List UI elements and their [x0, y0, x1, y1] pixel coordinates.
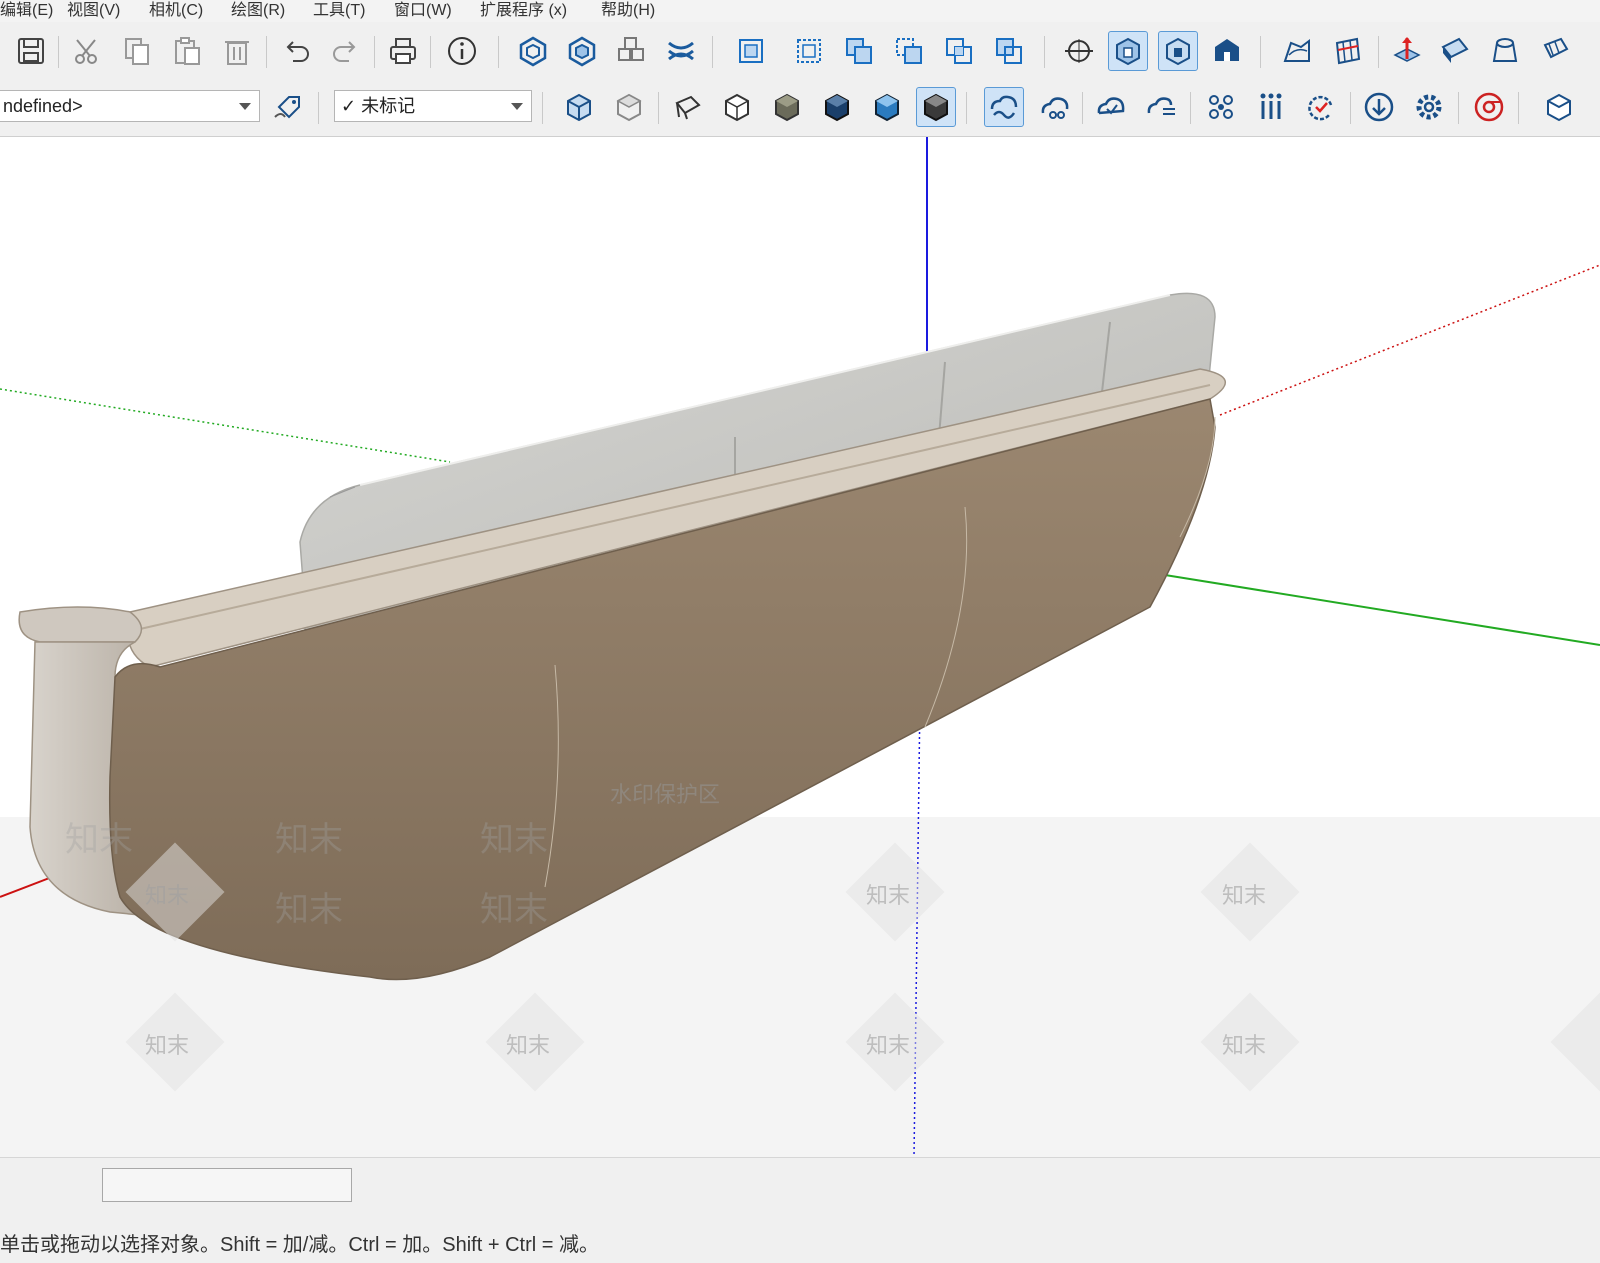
terrain-icon[interactable] — [1278, 32, 1316, 70]
menu-help[interactable]: 帮助(H) — [601, 0, 655, 20]
union-icon[interactable] — [840, 32, 878, 70]
menu-extensions[interactable]: 扩展程序 (x) — [480, 0, 567, 20]
red-axis-hidden — [1219, 264, 1600, 416]
shaded-view-icon[interactable] — [916, 87, 956, 127]
watermark-brand: 知末 — [866, 883, 911, 908]
ungroup-icon[interactable] — [790, 32, 828, 70]
group-icon[interactable] — [732, 32, 770, 70]
green-axis-hidden — [0, 388, 451, 463]
house-icon[interactable] — [1208, 32, 1246, 70]
back-edges-icon[interactable] — [1158, 31, 1198, 71]
menu-window[interactable]: 窗口(W) — [394, 0, 452, 20]
watermark-brand: 知末 — [275, 821, 343, 859]
chrome-icon[interactable] — [1470, 88, 1508, 126]
components-icon[interactable] — [612, 32, 650, 70]
menu-tools[interactable]: 工具(T) — [313, 0, 365, 20]
iso-view-icon[interactable] — [560, 88, 598, 126]
tag-dropdown[interactable]: ✓ 未标记 — [334, 90, 532, 122]
cube-frame-icon[interactable] — [1536, 32, 1574, 70]
left-view-icon[interactable] — [818, 88, 856, 126]
top-view-icon[interactable] — [610, 88, 648, 126]
components-out-icon[interactable] — [563, 32, 601, 70]
watermark-brand: 知末 — [1222, 883, 1267, 908]
bars-icon[interactable] — [1252, 88, 1290, 126]
grid-icon[interactable] — [1328, 32, 1366, 70]
watermark-brand: 知末 — [145, 883, 190, 908]
layer-dropdown[interactable]: ndefined> — [0, 90, 260, 122]
print-icon[interactable] — [384, 32, 422, 70]
copy-icon[interactable] — [118, 32, 156, 70]
cut-icon[interactable] — [68, 32, 106, 70]
undo-icon[interactable] — [278, 32, 316, 70]
menu-draw[interactable]: 绘图(R) — [231, 0, 285, 20]
redo-icon[interactable] — [326, 32, 364, 70]
watermark-brand: 知末 — [275, 891, 343, 929]
settings-icon[interactable] — [1410, 88, 1448, 126]
delete-icon[interactable] — [218, 32, 256, 70]
watermark-brand: 知末 — [506, 1033, 551, 1058]
cloud-sync-icon[interactable] — [984, 87, 1024, 127]
refresh-icon[interactable] — [1302, 88, 1340, 126]
status-bar: 单击或拖动以选择对象。Shift = 加/减。Ctrl = 加。Shift + … — [0, 1157, 1600, 1263]
push-pull-icon[interactable] — [1388, 32, 1426, 70]
menu-bar: 编辑(E) 视图(V) 相机(C) 绘图(R) 工具(T) 窗口(W) 扩展程序… — [0, 0, 1600, 23]
watermark-brand: 知末 — [1222, 1033, 1267, 1058]
model-info-icon[interactable] — [443, 32, 481, 70]
secondary-toolbar: ndefined> ✓ 未标记 — [0, 80, 1600, 137]
watermark-brand: 知末 — [65, 821, 133, 859]
main-toolbar — [0, 22, 1600, 81]
watermark-brand: 知末 — [145, 1033, 190, 1058]
download-icon[interactable] — [1360, 88, 1398, 126]
intersect-icon[interactable] — [940, 32, 978, 70]
back-view-icon[interactable] — [768, 88, 806, 126]
measurements-field[interactable] — [102, 1168, 352, 1202]
trim-icon[interactable] — [990, 32, 1028, 70]
scene-canvas — [0, 137, 1600, 1157]
paste-icon[interactable] — [168, 32, 206, 70]
watermark-banner: 水印保护区 — [610, 782, 721, 807]
cube-outline-icon[interactable] — [1540, 88, 1578, 126]
menu-camera[interactable]: 相机(C) — [149, 0, 203, 20]
sandbox-icon[interactable] — [662, 32, 700, 70]
cloud-up-icon[interactable] — [1092, 88, 1130, 126]
chevron-down-icon — [239, 103, 251, 110]
chevron-down-icon — [511, 103, 523, 110]
model-viewport[interactable]: 水印保护区 知末 知末 知末 知末 知末 知末 知末 知末 知末 知末 知末 知… — [0, 137, 1600, 1157]
green-axis — [1164, 574, 1600, 646]
menu-edit[interactable]: 编辑(E) — [0, 0, 53, 20]
nodes-icon[interactable] — [1202, 88, 1240, 126]
warehouse-icon[interactable] — [1436, 32, 1474, 70]
cloud-share-icon[interactable] — [1036, 88, 1074, 126]
components-in-icon[interactable] — [514, 32, 552, 70]
layer-dropdown-value: ndefined> — [3, 96, 83, 116]
watermark-brand: 知末 — [480, 891, 548, 929]
menu-view[interactable]: 视图(V) — [67, 0, 120, 20]
bottom-view-icon[interactable] — [868, 88, 906, 126]
front-view-icon[interactable] — [668, 88, 706, 126]
subtract-icon[interactable] — [890, 32, 928, 70]
watermark-brand: 知末 — [866, 1033, 911, 1058]
save-icon[interactable] — [12, 32, 50, 70]
extension-icon[interactable] — [1486, 32, 1524, 70]
right-view-icon[interactable] — [718, 88, 756, 126]
tag-brush-icon[interactable] — [268, 88, 306, 126]
tag-dropdown-value: ✓ 未标记 — [341, 96, 416, 116]
xray-icon[interactable] — [1108, 31, 1148, 71]
status-hint: 单击或拖动以选择对象。Shift = 加/减。Ctrl = 加。Shift + … — [0, 1234, 599, 1256]
cloud-list-icon[interactable] — [1142, 88, 1180, 126]
orbit-icon[interactable] — [1060, 32, 1098, 70]
watermark-brand: 知末 — [480, 821, 548, 859]
